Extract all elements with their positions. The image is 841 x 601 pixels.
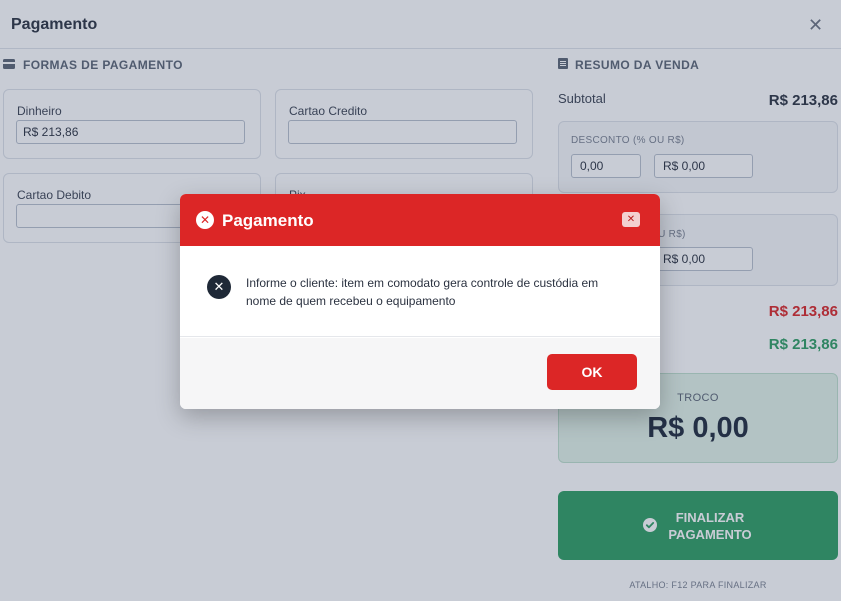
error-circle-icon: ✕: [196, 211, 214, 229]
dialog-body: ✕ Informe o cliente: item em comodato ge…: [180, 246, 660, 337]
ok-button[interactable]: OK: [547, 354, 637, 390]
dialog-title: Pagamento: [222, 211, 314, 230]
dialog-close-button[interactable]: ✕: [622, 212, 640, 227]
error-icon: ✕: [207, 275, 231, 299]
error-dialog: ✕ Pagamento ✕ ✕ Informe o cliente: item …: [180, 194, 660, 409]
dialog-message: Informe o cliente: item em comodato gera…: [246, 276, 599, 308]
dialog-footer: OK: [180, 338, 660, 409]
dialog-header: ✕ Pagamento ✕: [180, 194, 660, 246]
